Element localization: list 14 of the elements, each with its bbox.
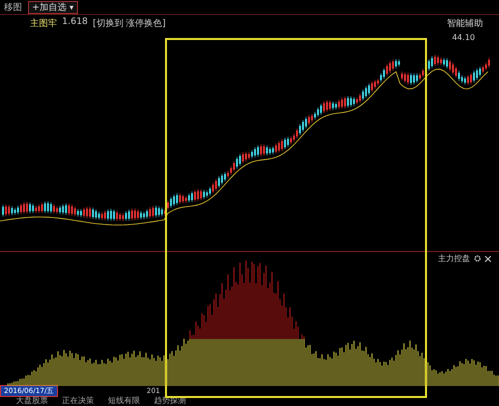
bottom-tab[interactable]: 正在决策 [62, 395, 94, 406]
dropdown-icon: ▾ [70, 2, 74, 12]
bottom-tab[interactable]: 短线有限 [108, 395, 140, 406]
add-watchlist-button[interactable]: +加自选 ▾ [28, 0, 78, 14]
assist-label[interactable]: 智能辅助 [447, 17, 483, 30]
panel-title: 主力控盘 [438, 253, 470, 264]
menu-label[interactable]: 移图 [4, 0, 22, 14]
settings-icon[interactable] [474, 255, 481, 262]
indicator-name: 主图牢 [30, 18, 57, 30]
indicator-value: 1.618 [62, 17, 88, 29]
price-marker: 44.10 [452, 33, 475, 42]
bottom-tab[interactable]: 大盘股票 [16, 395, 48, 406]
close-icon[interactable] [485, 256, 491, 262]
switch-hint[interactable]: [切换到 涨停换色] [92, 17, 166, 30]
